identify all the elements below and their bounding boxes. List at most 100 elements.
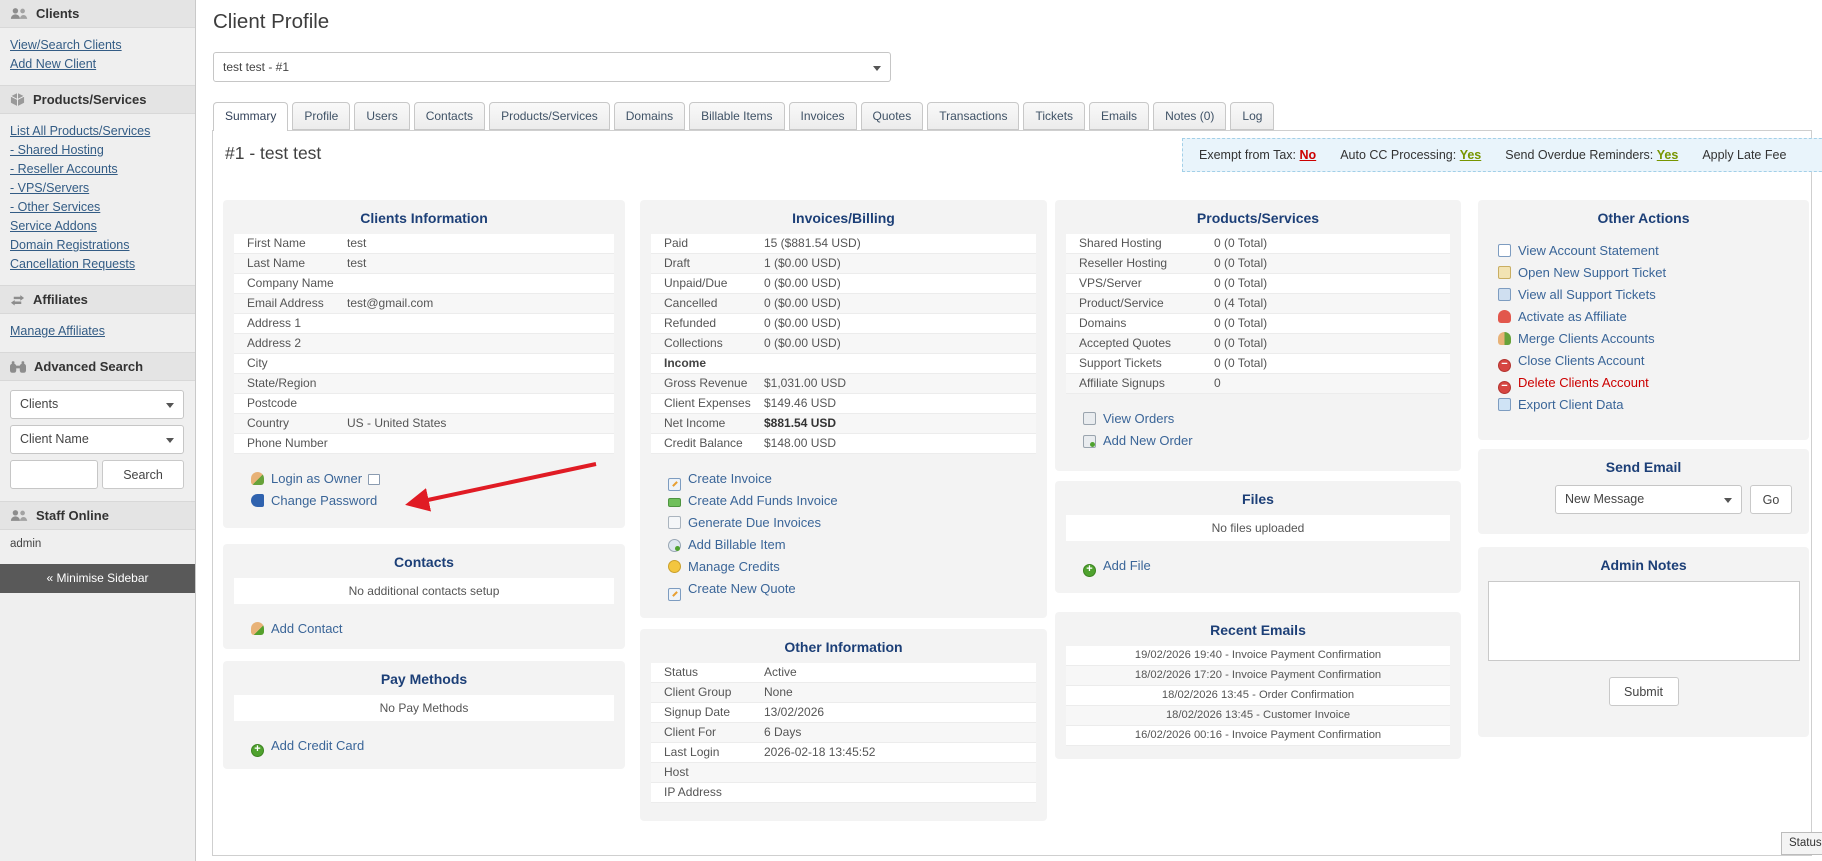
action-link[interactable]: View all Support Tickets xyxy=(1518,287,1656,302)
action-link[interactable]: Open New Support Ticket xyxy=(1518,265,1666,280)
tab[interactable]: Quotes xyxy=(860,102,924,130)
tab-label: Domains xyxy=(625,109,674,123)
action-link[interactable]: Activate as Affiliate xyxy=(1518,309,1627,324)
email-list-item[interactable]: 16/02/2026 00:16 - Invoice Payment Confi… xyxy=(1066,726,1450,746)
billable-icon xyxy=(668,539,681,552)
advanced-search-input[interactable] xyxy=(10,460,98,489)
tab[interactable]: Domains xyxy=(613,102,686,130)
client-selector-dropdown[interactable]: test test - #1 xyxy=(213,52,891,82)
table-row: VPS/Server 0 (0 Total) xyxy=(1066,274,1450,294)
tab[interactable]: Products/Services xyxy=(489,102,610,130)
field-value: 0 (0 Total) xyxy=(1214,336,1268,350)
table-row: Client Group None xyxy=(651,683,1036,703)
sidebar-link[interactable]: Add New Client xyxy=(10,55,185,74)
field-value: 0 ($0.00 USD) xyxy=(764,336,841,350)
field-value: 0 (4 Total) xyxy=(1214,296,1268,310)
sidebar-link[interactable]: - VPS/Servers xyxy=(10,179,185,198)
action-link[interactable]: Add File xyxy=(1103,558,1151,573)
tab[interactable]: Billable Items xyxy=(689,102,785,130)
email-list-item[interactable]: 18/02/2026 17:20 - Invoice Payment Confi… xyxy=(1066,666,1450,686)
client-flag: Exempt from Tax: No xyxy=(1199,148,1316,162)
sidebar-link[interactable]: Domain Registrations xyxy=(10,236,185,255)
tab[interactable]: Tickets xyxy=(1023,102,1086,130)
tab[interactable]: Users xyxy=(354,102,410,130)
sidebar-section-staff-online-header: Staff Online xyxy=(0,501,195,530)
other-information-table: Status Active Client Group None Signup Date 1… xyxy=(651,663,1036,803)
send-email-go-button[interactable]: Go xyxy=(1750,485,1792,514)
field-label: Signup Date xyxy=(664,705,731,719)
advanced-search-category-select[interactable]: Clients xyxy=(10,390,184,419)
action-link[interactable]: Merge Clients Accounts xyxy=(1518,331,1655,346)
sidebar-link[interactable]: Service Addons xyxy=(10,217,185,236)
tab-label: Notes (0) xyxy=(1165,109,1215,123)
action-link[interactable]: Add Contact xyxy=(271,621,343,636)
table-row: Address 2 xyxy=(234,334,614,354)
tab-label: Billable Items xyxy=(701,109,773,123)
sidebar-link[interactable]: Manage Affiliates xyxy=(10,322,185,341)
action-link[interactable]: Delete Clients Account xyxy=(1518,375,1649,390)
action-link[interactable]: Generate Due Invoices xyxy=(688,515,821,530)
email-list-item[interactable]: 18/02/2026 13:45 - Customer Invoice xyxy=(1066,706,1450,726)
sidebar-link[interactable]: List All Products/Services xyxy=(10,122,185,141)
email-list-item[interactable]: 18/02/2026 13:45 - Order Confirmation xyxy=(1066,686,1450,706)
tab[interactable]: Notes (0) xyxy=(1153,102,1227,130)
sidebar-link[interactable]: View/Search Clients xyxy=(10,36,185,55)
sidebar-link[interactable]: - Reseller Accounts xyxy=(10,160,185,179)
field-label: Email Address xyxy=(247,296,324,310)
sidebar-link[interactable]: Cancellation Requests xyxy=(10,255,185,274)
tab[interactable]: Log xyxy=(1230,102,1275,130)
panel-title: Recent Emails xyxy=(1210,622,1306,638)
staff-online-user: admin xyxy=(10,538,42,550)
panel-title: Pay Methods xyxy=(380,671,468,687)
email-list-item[interactable]: 19/02/2026 19:40 - Invoice Payment Confi… xyxy=(1066,646,1450,666)
tab[interactable]: Contacts xyxy=(413,102,486,130)
pay-methods-panel: Pay Methods No Pay Methods Add Credit Ca… xyxy=(223,661,625,769)
field-value: test@gmail.com xyxy=(347,296,434,310)
flag-label: Apply Late Fee xyxy=(1702,148,1787,162)
action-link[interactable]: Create Invoice xyxy=(688,471,772,486)
sidebar-link[interactable]: - Shared Hosting xyxy=(10,141,185,160)
panel-title: Other Information xyxy=(784,639,903,655)
action-link[interactable]: Add Credit Card xyxy=(271,738,364,753)
flag-value-link[interactable]: Yes xyxy=(1460,148,1482,162)
action-link[interactable]: Add Billable Item xyxy=(688,537,786,552)
action-link[interactable]: View Orders xyxy=(1103,411,1174,426)
field-value: 0 (0 Total) xyxy=(1214,276,1268,290)
admin-notes-submit-button[interactable]: Submit xyxy=(1608,677,1679,706)
action-link[interactable]: Add New Order xyxy=(1103,433,1193,448)
advanced-search-field-select[interactable]: Client Name xyxy=(10,425,184,454)
table-row: Product/Service 0 (4 Total) xyxy=(1066,294,1450,314)
pay-methods-actions: Add Credit Card xyxy=(251,735,625,757)
field-value: 15 ($881.54 USD) xyxy=(764,236,861,250)
table-row: Host xyxy=(651,763,1036,783)
field-label: Client Group xyxy=(664,685,732,699)
client-flag: Apply Late Fee xyxy=(1702,148,1786,162)
table-row: Shared Hosting 0 (0 Total) xyxy=(1066,234,1450,254)
tab[interactable]: Profile xyxy=(292,102,351,130)
tab[interactable]: Emails xyxy=(1089,102,1150,130)
tab-label: Users xyxy=(366,109,398,123)
action-link[interactable]: Change Password xyxy=(271,493,377,508)
tab[interactable]: Invoices xyxy=(788,102,857,130)
sidebar-link[interactable]: - Other Services xyxy=(10,198,185,217)
send-email-template-select[interactable]: New Message xyxy=(1555,485,1742,514)
action-link[interactable]: Login as Owner xyxy=(271,471,362,486)
action-link[interactable]: Manage Credits xyxy=(688,559,780,574)
action-link[interactable]: Close Clients Account xyxy=(1518,353,1644,368)
tab[interactable]: Summary xyxy=(213,102,289,131)
action-link[interactable]: Export Client Data xyxy=(1518,397,1624,412)
field-label: Domains xyxy=(1079,316,1127,330)
flag-value-link[interactable]: No xyxy=(1300,148,1317,162)
action-link[interactable]: Create New Quote xyxy=(688,581,796,596)
action-link[interactable]: Create Add Funds Invoice xyxy=(688,493,838,508)
tab[interactable]: Transactions xyxy=(927,102,1020,130)
flag-value-link[interactable]: Yes xyxy=(1657,148,1679,162)
admin-notes-textarea[interactable] xyxy=(1487,581,1800,661)
field-value: Active xyxy=(764,665,797,679)
action-link[interactable]: View Account Statement xyxy=(1518,243,1659,258)
minimise-sidebar-button[interactable]: « Minimise Sidebar xyxy=(0,564,195,593)
table-row: Income xyxy=(651,354,1036,374)
field-value: 0 (0 Total) xyxy=(1214,356,1268,370)
search-button[interactable]: Search xyxy=(102,460,184,489)
table-row: Paid 15 ($881.54 USD) xyxy=(651,234,1036,254)
